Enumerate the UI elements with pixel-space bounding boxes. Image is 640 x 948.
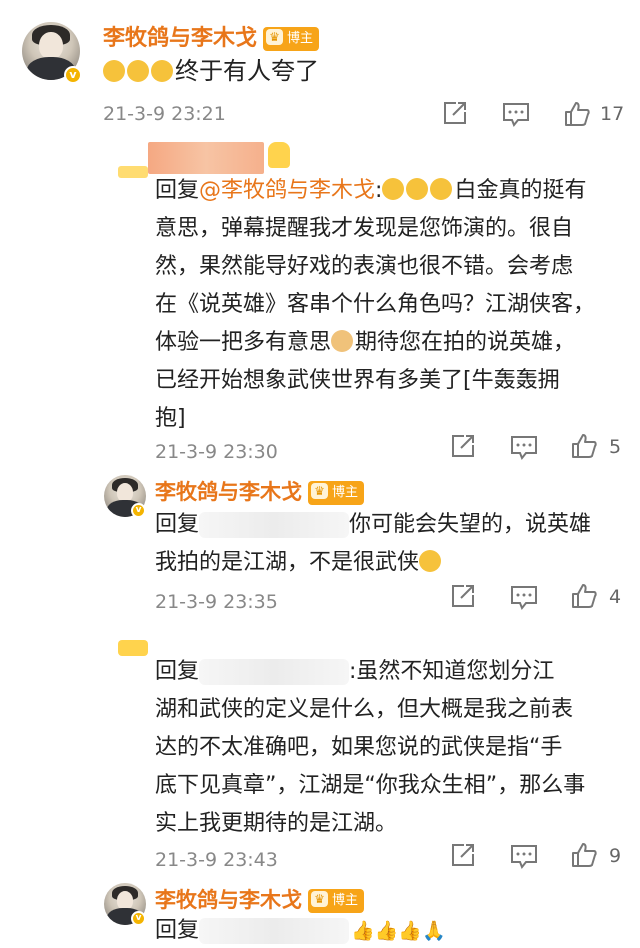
reply-line: :虽然不知道您划分江 <box>349 659 555 684</box>
reply-line: 达的不太准确吧，如果您说的武侠是指“手 <box>155 735 563 760</box>
reply-prefix: 回复 <box>155 659 200 684</box>
redacted-username <box>148 142 264 174</box>
comment-time: 21-3-9 23:35 <box>155 591 278 613</box>
comment-time: 21-3-9 23:21 <box>103 103 226 125</box>
badge-label: 博主 <box>332 893 359 908</box>
author-name[interactable]: 李牧鸽与李木戈 <box>103 26 257 51</box>
reply-prefix: 回复 <box>155 918 200 943</box>
reply-line: 白金真的挺有 <box>454 178 587 203</box>
user-level-icon <box>268 142 290 168</box>
reply-prefix: 回复 <box>155 512 200 537</box>
mention-link[interactable]: @李牧鸽与李木戈 <box>199 178 375 203</box>
reply-line: 在《说英雄》客串个什么角色吗？江湖侠客， <box>155 292 596 317</box>
crown-icon: ♛ <box>311 891 328 907</box>
crying-emoji-icon <box>103 60 125 82</box>
redacted-username <box>199 512 350 538</box>
laughing-emoji-icon <box>419 550 442 572</box>
thumbs-up-icon[interactable] <box>570 432 598 460</box>
user-level-icon <box>118 166 148 178</box>
reply-line: 意思，弹幕提醒我才发现是您饰演的。很自 <box>155 216 574 241</box>
reply-text: 回复 👍👍👍🙏 <box>155 914 625 948</box>
reply-text: 回复@李牧鸽与李木戈: 白金真的挺有 意思，弹幕提醒我才发现是您饰演的。很自 然，… <box>155 174 625 436</box>
crown-icon: ♛ <box>266 29 284 45</box>
blogger-badge: ♛ 博主 <box>308 481 365 505</box>
reply-text: 回复 你可能会失望的，说英雄 我拍的是江湖，不是很武侠 <box>155 508 625 580</box>
reply-line: 然，果然能导好戏的表演也很不错。会考虑 <box>155 254 574 279</box>
redacted-username <box>199 659 350 685</box>
thumbs-up-emoji-icon: 👍👍👍🙏 <box>351 920 446 942</box>
like-count: 5 <box>609 436 622 458</box>
reply-line: 已经开始想象武侠世界有多美了[牛轰轰拥 <box>155 368 560 393</box>
comment-icon[interactable] <box>502 101 530 127</box>
verified-badge-icon: v <box>131 503 146 518</box>
thumbs-up-icon[interactable] <box>570 582 598 610</box>
redacted-username <box>199 918 350 944</box>
comment-icon[interactable] <box>510 843 538 869</box>
author-name[interactable]: 李牧鸽与李木戈 <box>155 888 302 912</box>
reply-colon: : <box>375 178 383 203</box>
badge-label: 博主 <box>287 31 314 46</box>
crying-emoji-icon <box>127 60 149 82</box>
share-icon[interactable] <box>450 433 476 459</box>
comment-time: 21-3-9 23:30 <box>155 441 278 463</box>
laughing-emoji-icon <box>406 178 429 200</box>
comment-author[interactable]: 李牧鸽与李木戈 ♛ 博主 <box>103 20 320 52</box>
author-name[interactable]: 李牧鸽与李木戈 <box>155 480 302 504</box>
crown-icon: ♛ <box>311 483 328 499</box>
laughing-emoji-icon <box>382 178 405 200</box>
comment-icon[interactable] <box>510 434 538 460</box>
blogger-badge: ♛ 博主 <box>263 27 320 51</box>
laughing-emoji-icon <box>430 178 453 200</box>
share-icon[interactable] <box>450 842 476 868</box>
comment-text: 终于有人夸了 <box>103 54 319 88</box>
comment-icon[interactable] <box>510 584 538 610</box>
verified-badge-icon: v <box>131 911 146 926</box>
blogger-badge: ♛ 博主 <box>308 889 365 913</box>
thumbs-up-icon[interactable] <box>563 100 591 128</box>
like-count: 9 <box>609 845 622 867</box>
comment-body: 终于有人夸了 <box>175 57 319 85</box>
like-count: 17 <box>600 103 625 125</box>
user-level-icon <box>118 640 148 656</box>
reply-line: 底下见真章”，江湖是“你我众生相”，那么事 <box>155 773 586 798</box>
reply-text: 回复 :虽然不知道您划分江 湖和武侠的定义是什么，但大概是我之前表 达的不太准确吧… <box>155 655 625 841</box>
reply-line: 我拍的是江湖，不是很武侠 <box>155 550 420 575</box>
comment-time: 21-3-9 23:43 <box>155 849 278 871</box>
reply-line: 期待您在拍的说英雄， <box>355 330 576 355</box>
reply-prefix: 回复 <box>155 178 200 203</box>
thumbs-up-icon[interactable] <box>570 841 598 869</box>
share-icon[interactable] <box>442 100 468 126</box>
comment-author[interactable]: 李牧鸽与李木戈 ♛ 博主 <box>155 476 365 506</box>
reply-line: 体验一把多有意思 <box>155 330 332 355</box>
reply-line: 你可能会失望的，说英雄 <box>349 512 592 537</box>
like-count: 4 <box>609 586 622 608</box>
comment-author[interactable]: 李牧鸽与李木戈 ♛ 博主 <box>155 884 365 914</box>
doge-emoji-icon <box>331 330 354 352</box>
reply-line: 湖和武侠的定义是什么，但大概是我之前表 <box>155 697 574 722</box>
crying-emoji-icon <box>151 60 173 82</box>
reply-line: 实上我更期待的是江湖。 <box>155 811 398 836</box>
share-icon[interactable] <box>450 583 476 609</box>
badge-label: 博主 <box>332 485 359 500</box>
reply-line: 抱] <box>155 406 186 431</box>
verified-badge-icon: v <box>64 66 82 84</box>
